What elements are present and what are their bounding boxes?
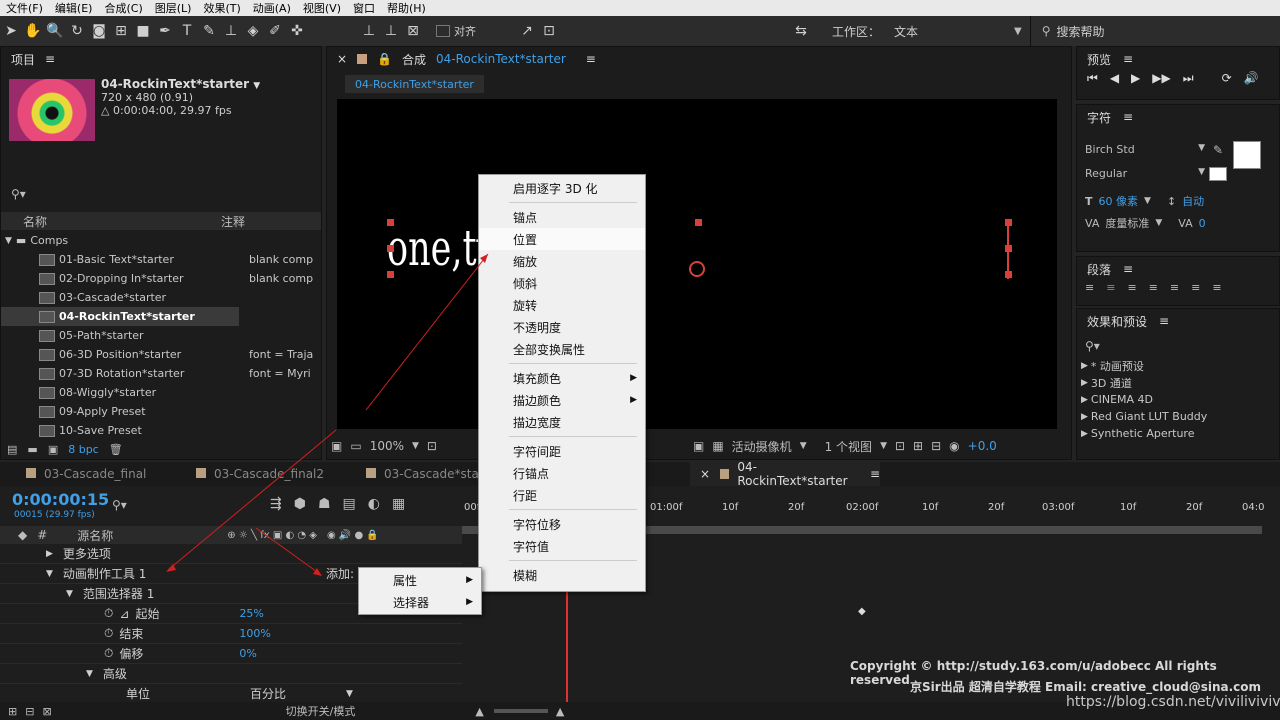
annotation-arrows [166,253,489,576]
annotation-arrowhead [480,254,488,263]
watermark-credit: 京Sir出品 超清自学教程 Email: creative_cloud@sina… [910,680,1262,694]
annotation-arrow [365,253,489,411]
annotation-arrow [255,527,321,575]
annotation-arrowhead [313,568,322,576]
watermark-url: https://blog.csdn.net/vivilivivivng [1066,694,1280,710]
annotation-arrow [167,429,337,571]
